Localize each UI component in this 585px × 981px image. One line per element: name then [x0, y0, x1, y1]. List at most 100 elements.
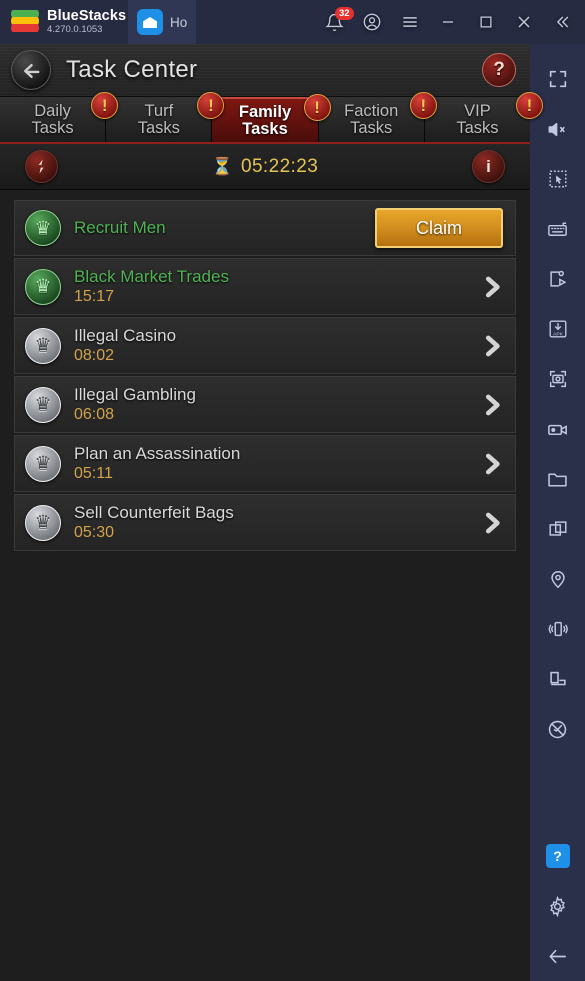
tab-family-line1: Family — [238, 102, 292, 121]
task-crest-silver-icon: ♛ — [25, 327, 61, 364]
task-time: 06:08 — [74, 406, 115, 424]
chevron-right-icon[interactable] — [477, 272, 507, 302]
task-row[interactable]: ♛ Illegal Gambling 06:08 — [14, 376, 516, 433]
maximize-icon — [480, 16, 492, 28]
sidebar-item-back[interactable] — [533, 931, 583, 981]
sidebar-item-macro-recorder[interactable] — [533, 254, 583, 304]
task-crest-silver-icon: ♛ — [25, 445, 61, 482]
sidebar-item-install-apk[interactable]: APK — [533, 304, 583, 354]
refresh-button[interactable] — [25, 150, 58, 183]
task-name: Illegal Gambling — [74, 385, 196, 405]
time-remaining: 05:22:23 — [241, 155, 319, 177]
sidebar-item-eco-mode[interactable] — [533, 704, 583, 754]
game-viewport: Task Center ? Daily Tasks ! Turf Tasks !… — [0, 44, 544, 981]
install-apk-icon: APK — [549, 320, 566, 338]
alert-badge-icon: ! — [91, 92, 119, 119]
tab-home-label: Ho — [170, 14, 188, 30]
sidebar-item-media-manager[interactable] — [533, 454, 583, 504]
keyboard-controls-icon — [548, 222, 567, 236]
instance-tabs: Ho The — [0, 0, 197, 981]
maximize-button[interactable] — [467, 0, 505, 44]
notification-count: 32 — [335, 7, 354, 20]
home-icon — [137, 9, 163, 35]
info-button[interactable]: i — [472, 150, 505, 183]
tab-faction-line2: Tasks — [350, 118, 393, 137]
location-pin-icon — [550, 571, 565, 589]
task-center-header: Task Center ? — [0, 44, 530, 97]
claim-button[interactable]: Claim — [375, 208, 503, 248]
task-name: Black Market Trades — [74, 267, 229, 287]
help-button[interactable]: ? — [482, 53, 516, 87]
task-row[interactable]: ♛ Black Market Trades 15:17 — [14, 258, 516, 315]
account-circle-icon — [363, 13, 381, 31]
hamburger-menu-icon — [403, 17, 417, 27]
sidebar-item-settings[interactable] — [533, 881, 583, 931]
task-crest-silver-icon: ♛ — [25, 386, 61, 423]
chevron-right-icon[interactable] — [477, 331, 507, 361]
screen-record-icon — [548, 424, 567, 435]
eco-mode-icon — [548, 720, 567, 738]
settings-gear-icon — [550, 895, 565, 917]
task-row[interactable]: ♛ Recruit Men Claim — [14, 200, 516, 256]
tab-turf-line1: Turf — [144, 101, 174, 120]
rotate-screen-icon — [549, 671, 566, 686]
task-timer-bar: ⏳ 05:22:23 i — [0, 144, 530, 190]
task-row[interactable]: ♛ Plan an Assassination 05:11 — [14, 435, 516, 492]
tab-turf-tasks[interactable]: Turf Tasks ! — [106, 92, 225, 142]
tab-family-line2: Tasks — [242, 119, 288, 138]
task-time: 05:30 — [74, 524, 115, 542]
tab-vip-line2: Tasks — [456, 118, 499, 137]
hourglass-icon: ⏳ — [211, 156, 233, 176]
sidebar-item-multi-select[interactable] — [533, 154, 583, 204]
close-button[interactable] — [505, 0, 543, 44]
chevron-right-icon[interactable] — [477, 390, 507, 420]
sidebar-item-record-screen[interactable] — [533, 404, 583, 454]
sidebar-item-multi-instance[interactable] — [533, 504, 583, 554]
sidebar-item-screenshot[interactable] — [533, 354, 583, 404]
back-arrow-icon — [549, 949, 566, 963]
bluestacks-brand: BlueStacks 4.270.0.1053 — [0, 9, 128, 34]
task-name: Sell Counterfeit Bags — [74, 503, 234, 523]
task-crest-silver-icon: ♛ — [25, 504, 61, 541]
bluestacks-sidebar: APK ? — [530, 44, 585, 981]
minimize-icon — [443, 21, 453, 23]
macro-recorder-icon — [549, 270, 566, 287]
minimize-button[interactable] — [429, 0, 467, 44]
account-button[interactable] — [353, 0, 391, 44]
task-name: Illegal Casino — [74, 326, 177, 346]
sidebar-item-help[interactable]: ? — [533, 831, 583, 881]
menu-button[interactable] — [391, 0, 429, 44]
sidebar-item-location[interactable] — [533, 554, 583, 604]
task-time: 08:02 — [74, 347, 115, 365]
tab-home[interactable]: Ho — [128, 0, 197, 44]
notifications-button[interactable]: 32 — [315, 0, 354, 44]
svg-text:APK: APK — [553, 331, 564, 337]
chevron-double-left-icon — [556, 16, 569, 28]
bluestacks-logo-icon — [11, 10, 39, 34]
sidebar-item-rotate[interactable] — [533, 654, 583, 704]
app-root: BlueStacks 4.270.0.1053 Ho The 32 — [0, 0, 585, 981]
tab-vip-tasks[interactable]: VIP Tasks ! — [424, 92, 544, 142]
task-time: 05:11 — [74, 465, 113, 483]
task-list: ♛ Recruit Men Claim ♛ Black Market Trade… — [0, 190, 530, 981]
tab-faction-tasks[interactable]: Faction Tasks ! — [318, 92, 437, 142]
brand-name: BlueStacks — [47, 8, 127, 25]
tab-faction-line1: Faction — [344, 101, 399, 120]
task-row[interactable]: ♛ Sell Counterfeit Bags 05:30 — [14, 494, 516, 551]
refresh-icon — [38, 159, 44, 174]
tab-family-tasks[interactable]: Family Tasks ! — [212, 94, 331, 142]
chevron-right-icon[interactable] — [477, 508, 507, 538]
chevron-right-icon[interactable] — [477, 449, 507, 479]
alert-badge-icon: ! — [409, 92, 437, 119]
multi-instance-icon — [548, 521, 567, 536]
page-title: Task Center — [66, 56, 198, 83]
back-button[interactable] — [11, 50, 51, 90]
tab-daily-tasks[interactable]: Daily Tasks ! — [0, 92, 119, 142]
collapse-sidebar-button[interactable] — [543, 0, 581, 44]
sidebar-item-shake[interactable] — [533, 604, 583, 654]
tab-daily-line2: Tasks — [31, 118, 74, 137]
task-row[interactable]: ♛ Illegal Casino 08:02 — [14, 317, 516, 374]
tab-turf-line2: Tasks — [137, 118, 180, 137]
sidebar-item-game-controls[interactable] — [533, 204, 583, 254]
fullscreen-icon — [549, 70, 566, 88]
